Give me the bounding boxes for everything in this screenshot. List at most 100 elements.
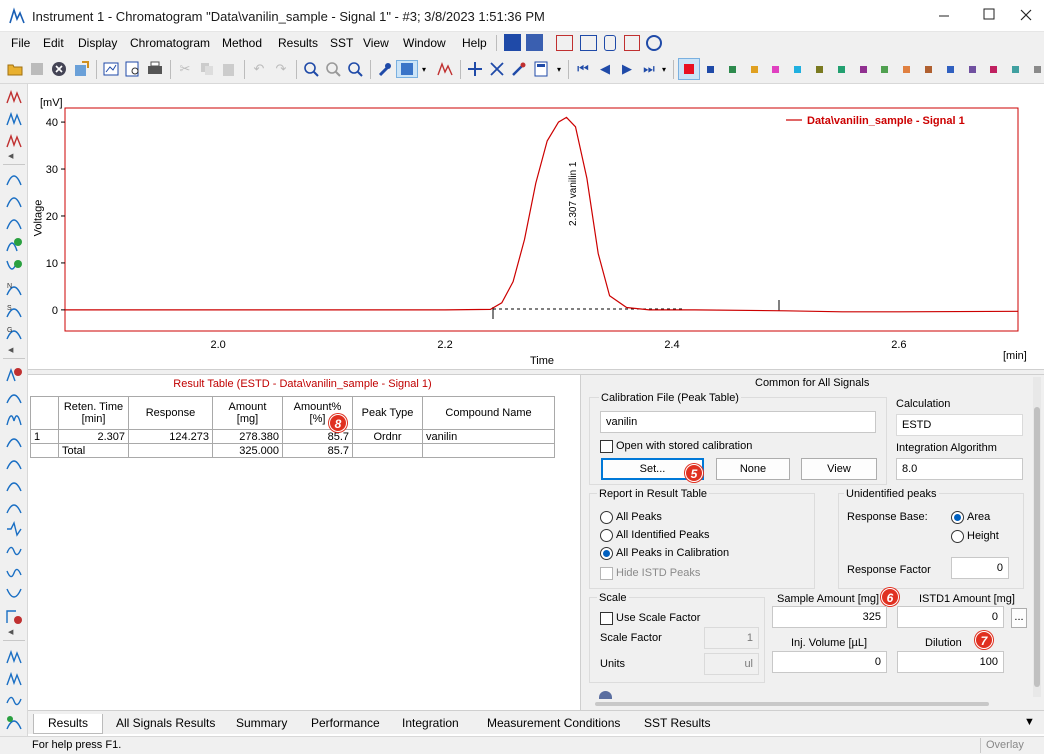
menu-display[interactable]: Display xyxy=(78,36,117,50)
baseline-lock-icon[interactable] xyxy=(5,432,23,450)
zoom-fit-icon[interactable] xyxy=(346,60,364,78)
baseline-tangent-icon[interactable] xyxy=(5,454,23,472)
export-icon[interactable] xyxy=(72,60,90,78)
close-file-icon[interactable] xyxy=(50,60,68,78)
tab-summary[interactable]: Summary xyxy=(230,714,293,734)
baseline-both-icon[interactable] xyxy=(5,520,23,538)
hide-istd-checkbox[interactable] xyxy=(600,567,613,580)
baseline-remove-icon[interactable] xyxy=(5,608,23,626)
report-setup-icon[interactable] xyxy=(102,60,120,78)
manual-integration-icon[interactable] xyxy=(5,648,23,666)
cut-icon[interactable]: ✂ xyxy=(176,60,194,78)
integration-peak-icon[interactable] xyxy=(5,88,23,106)
graph-icon[interactable] xyxy=(556,35,573,51)
last-icon[interactable]: ⏭ xyxy=(640,60,658,78)
sample-amount-field[interactable]: 325 xyxy=(772,606,887,628)
color-swatch[interactable] xyxy=(1012,66,1020,73)
integration-delete-icon[interactable] xyxy=(5,132,23,150)
tools-icon[interactable] xyxy=(510,60,528,78)
baseline-front-icon[interactable] xyxy=(5,476,23,494)
color-swatch[interactable] xyxy=(903,66,911,73)
color-swatch[interactable] xyxy=(859,66,867,73)
istd-amount-field[interactable]: 0 xyxy=(897,606,1004,628)
response-factor-field[interactable]: 0 xyxy=(951,557,1009,579)
target-icon[interactable] xyxy=(646,35,662,51)
print-preview-icon[interactable] xyxy=(124,60,142,78)
bottle-icon[interactable] xyxy=(604,35,616,51)
baseline-icon[interactable] xyxy=(5,388,23,406)
merge-peaks-icon[interactable] xyxy=(5,692,23,710)
color-swatch[interactable] xyxy=(728,66,736,73)
calibration-file-field[interactable]: vanilin xyxy=(600,411,876,433)
dilution-field[interactable]: 100 xyxy=(897,651,1004,673)
vertical-scrollbar[interactable] xyxy=(1033,377,1041,697)
table-row[interactable]: 1 2.307 124.273 278.380 85.7 Ordnr vanil… xyxy=(30,429,555,444)
baseline-delete-icon[interactable] xyxy=(5,366,23,384)
peak-baseline-icon[interactable] xyxy=(436,60,454,78)
color-swatch[interactable] xyxy=(794,66,802,73)
collapse-arrow-icon[interactable]: ◀ xyxy=(8,628,13,636)
peak-icon[interactable] xyxy=(5,170,23,188)
use-scale-factor-checkbox[interactable] xyxy=(600,612,613,625)
add-peak-icon[interactable] xyxy=(5,236,23,254)
menu-window[interactable]: Window xyxy=(403,36,446,50)
paste-icon[interactable] xyxy=(220,60,238,78)
baseline-tail-icon[interactable] xyxy=(5,498,23,516)
save-icon[interactable] xyxy=(28,60,46,78)
collapse-arrow-icon[interactable]: ◀ xyxy=(8,152,13,160)
tab-sst-results[interactable]: SST Results xyxy=(638,714,716,734)
all-in-calibration-radio[interactable] xyxy=(600,547,613,560)
zoom-out-icon[interactable] xyxy=(324,60,342,78)
cell-compound-name[interactable]: vanilin xyxy=(422,429,555,444)
scale-factor-field[interactable]: 1 xyxy=(704,627,759,649)
tab-results[interactable]: Results xyxy=(33,714,103,734)
close-button[interactable] xyxy=(1016,6,1036,26)
units-field[interactable]: ul xyxy=(704,653,759,675)
move-icon[interactable] xyxy=(466,60,484,78)
previous-icon[interactable]: ◀ xyxy=(596,60,614,78)
cell-peak-type[interactable]: Ordnr xyxy=(352,429,423,444)
maximize-button[interactable] xyxy=(979,6,999,26)
collapse-arrow-icon[interactable]: ◀ xyxy=(8,346,13,354)
col-amount[interactable]: Amount [mg] xyxy=(212,396,283,430)
istd-more-button[interactable]: ... xyxy=(1011,608,1027,628)
cell-amount[interactable]: 278.380 xyxy=(212,429,283,444)
col-response[interactable]: Response xyxy=(128,396,213,430)
color-swatch[interactable] xyxy=(881,66,889,73)
peak-end-icon[interactable] xyxy=(5,214,23,232)
dropdown-arrow-icon[interactable]: ▾ xyxy=(659,60,669,78)
all-peaks-radio[interactable] xyxy=(600,511,613,524)
area-radio[interactable] xyxy=(951,511,964,524)
table-row[interactable]: Total 325.000 85.7 xyxy=(30,443,555,458)
color-swatch[interactable] xyxy=(707,66,714,73)
cell-amount-percent[interactable]: 85.7 xyxy=(282,429,353,444)
baseline-valley-down-icon[interactable] xyxy=(5,586,23,604)
sequence-icon[interactable] xyxy=(624,35,640,51)
open-folder-icon[interactable] xyxy=(6,60,24,78)
instrument-status-icon[interactable] xyxy=(526,34,543,51)
split-peak-icon[interactable] xyxy=(5,670,23,688)
chromatogram-chart[interactable]: [mV] Voltage Time [min] 0 10 20 30 40 2.0 2.2… xyxy=(28,84,1044,369)
normal-peak-icon[interactable]: N xyxy=(5,280,23,298)
tab-measurement-conditions[interactable]: Measurement Conditions xyxy=(481,714,626,734)
color-swatch[interactable] xyxy=(816,66,823,73)
integration-split-icon[interactable] xyxy=(5,110,23,128)
menu-results[interactable]: Results xyxy=(278,36,318,50)
baseline-drop-icon[interactable] xyxy=(5,564,23,582)
calculator-icon[interactable] xyxy=(532,60,550,78)
cell-response[interactable]: 124.273 xyxy=(128,429,213,444)
dropdown-arrow-icon[interactable]: ▾ xyxy=(419,60,429,78)
none-button[interactable]: None xyxy=(716,458,790,480)
menu-file[interactable]: File xyxy=(11,36,30,50)
undo-icon[interactable]: ↶ xyxy=(250,60,268,78)
redo-icon[interactable]: ↷ xyxy=(272,60,290,78)
color-swatch[interactable] xyxy=(925,66,932,73)
first-icon[interactable]: ⏮ xyxy=(574,60,592,78)
col-peak-type[interactable]: Peak Type xyxy=(352,396,423,430)
inj-volume-field[interactable]: 0 xyxy=(772,651,887,673)
tab-integration[interactable]: Integration xyxy=(396,714,465,734)
baseline-valley-icon[interactable] xyxy=(5,410,23,428)
color-swatch[interactable] xyxy=(1034,66,1041,73)
col-compound-name[interactable]: Compound Name xyxy=(422,396,555,430)
open-stored-checkbox[interactable] xyxy=(600,440,613,453)
